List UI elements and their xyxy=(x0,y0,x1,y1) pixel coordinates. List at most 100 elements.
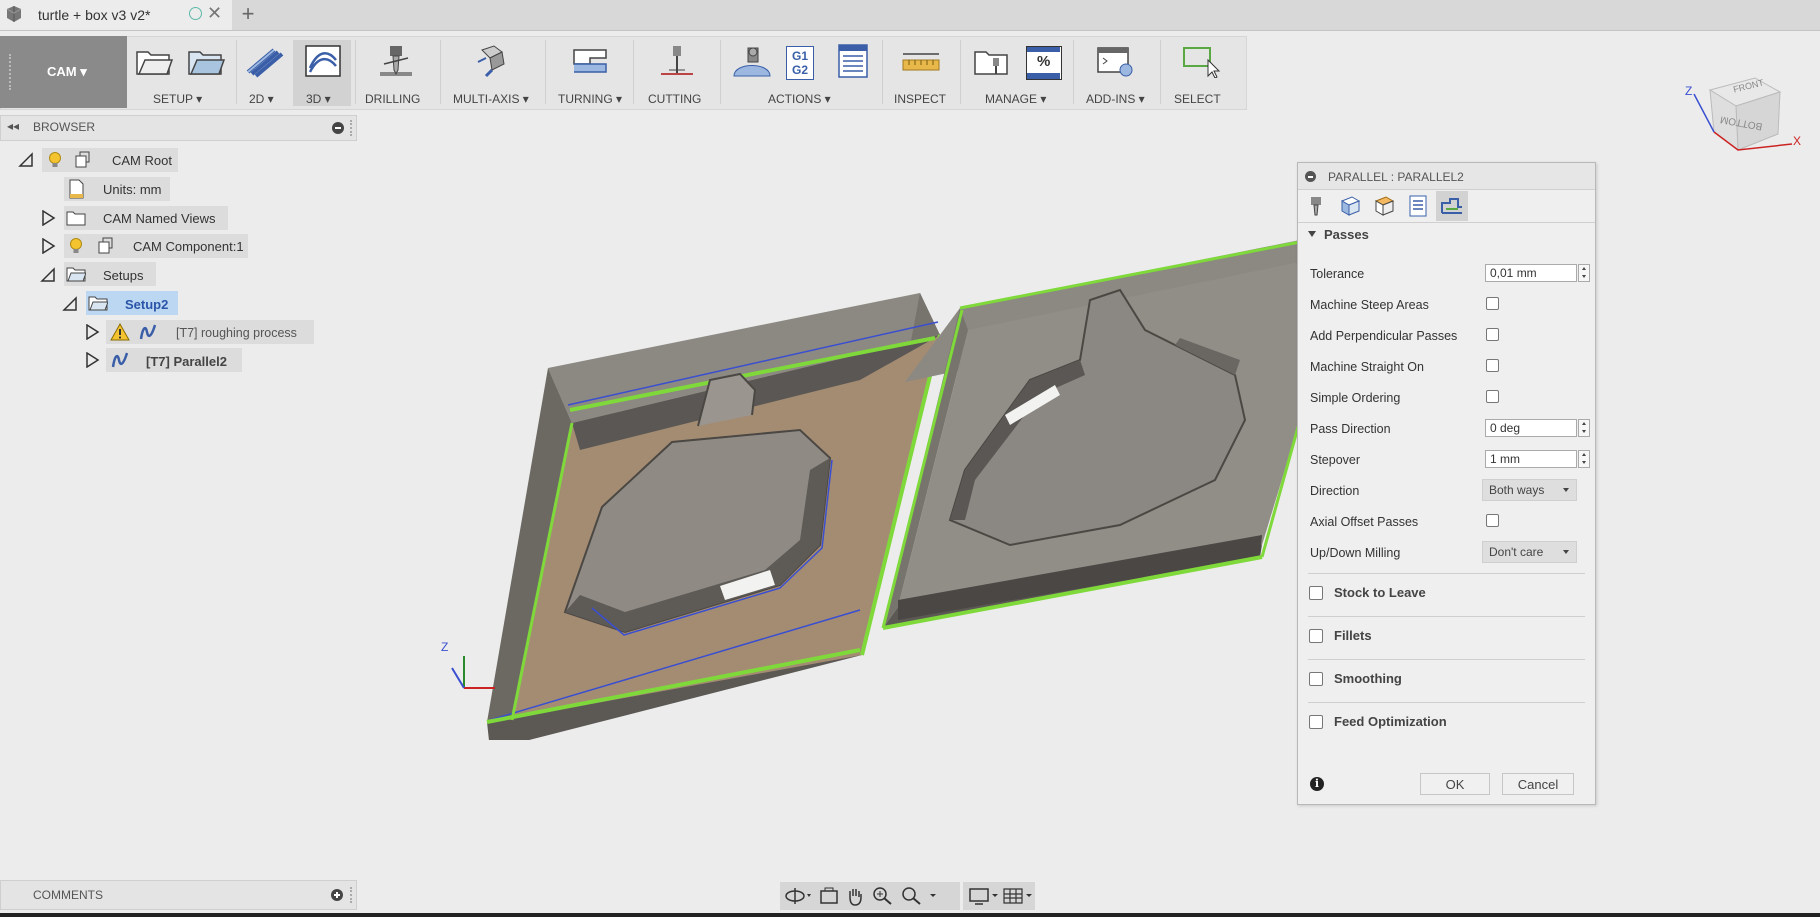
toolbar-divider xyxy=(720,40,721,104)
document-tab[interactable]: turtle + box v3 v2* ✕ xyxy=(0,0,232,30)
tree-label: CAM Root xyxy=(112,153,172,168)
section-expanded-icon xyxy=(1308,231,1316,237)
tree-label: Setups xyxy=(103,268,144,283)
viewcube-icon xyxy=(1693,77,1793,152)
dialog-tabs xyxy=(1298,190,1595,223)
tab-passes[interactable] xyxy=(1402,191,1434,221)
divider xyxy=(1308,616,1585,617)
orbit-icon[interactable] xyxy=(784,886,814,906)
toolbar-divider xyxy=(440,40,441,104)
simple-ordering-checkbox[interactable] xyxy=(1486,390,1499,403)
look-at-icon[interactable] xyxy=(818,886,840,906)
expanded-triangle-icon[interactable] xyxy=(62,296,78,312)
manage-label: MANAGE ▾ xyxy=(985,92,1047,106)
ok-button[interactable]: OK xyxy=(1420,773,1490,795)
turning-label: TURNING ▾ xyxy=(558,92,623,106)
pass-direction-spinner[interactable] xyxy=(1578,419,1590,437)
steep-areas-checkbox[interactable] xyxy=(1486,297,1499,310)
parallel-dialog: PARALLEL : PARALLEL2 Passes Tolerance Ma… xyxy=(1297,162,1596,805)
collapsed-triangle-icon[interactable] xyxy=(84,352,100,368)
toolbar-divider xyxy=(633,40,634,104)
cancel-button[interactable]: Cancel xyxy=(1502,773,1574,795)
grid-settings-icon[interactable] xyxy=(1002,886,1034,906)
geometry-icon xyxy=(1340,196,1361,216)
linking-icon xyxy=(1441,198,1462,214)
straight-on-checkbox[interactable] xyxy=(1486,359,1499,372)
close-tab-icon[interactable]: ✕ xyxy=(207,3,222,24)
viewcube[interactable]: FRONT BOTTOM Z X xyxy=(1680,62,1805,158)
browser-grip[interactable] xyxy=(350,120,355,136)
setups-folder-icon xyxy=(66,267,86,282)
browser-title: BROWSER xyxy=(33,120,96,134)
expanded-triangle-icon[interactable] xyxy=(40,267,56,283)
info-icon[interactable]: i xyxy=(1310,777,1324,791)
zoom-window-icon[interactable] xyxy=(900,886,940,906)
toolbar-divider xyxy=(236,40,237,104)
add-comment-icon[interactable] xyxy=(331,889,343,901)
toolbar-divider xyxy=(545,40,546,104)
drill-icon xyxy=(380,46,412,76)
pass-direction-input[interactable] xyxy=(1485,419,1577,437)
document-icon xyxy=(6,6,22,22)
right-box-model[interactable] xyxy=(881,240,1300,630)
passes-icon xyxy=(1409,195,1427,217)
feed-optimization-checkbox[interactable] xyxy=(1309,715,1323,729)
new-tab-button[interactable]: + xyxy=(237,1,259,27)
left-box-model[interactable] xyxy=(486,293,942,740)
2d-label: 2D ▾ xyxy=(249,92,274,106)
setup-sheet-doc-icon xyxy=(838,44,868,78)
perpendicular-passes-checkbox[interactable] xyxy=(1486,328,1499,341)
dialog-header: PARALLEL : PARALLEL2 xyxy=(1298,163,1595,190)
setup-label: SETUP ▾ xyxy=(153,92,203,106)
navigation-bar xyxy=(780,882,1035,910)
smoothing-checkbox[interactable] xyxy=(1309,672,1323,686)
2d-milling-icon xyxy=(246,48,284,78)
collapsed-triangle-icon[interactable] xyxy=(84,324,100,340)
zoom-icon[interactable] xyxy=(872,886,894,906)
tolerance-input[interactable] xyxy=(1485,264,1577,282)
stock-to-leave-checkbox[interactable] xyxy=(1309,586,1323,600)
viewcube-z-label: Z xyxy=(1685,84,1693,98)
model-viewport[interactable] xyxy=(380,200,1300,740)
tab-heights[interactable] xyxy=(1368,191,1400,221)
tab-linking[interactable] xyxy=(1436,191,1468,221)
tolerance-label: Tolerance xyxy=(1310,267,1365,281)
collapsed-triangle-icon[interactable] xyxy=(40,210,56,226)
tab-bar: turtle + box v3 v2* ✕ + xyxy=(0,0,1820,31)
lightbulb-icon[interactable] xyxy=(66,236,86,256)
heights-icon xyxy=(1374,196,1395,216)
display-settings-icon[interactable] xyxy=(968,886,1000,906)
expanded-triangle-icon[interactable] xyxy=(18,152,34,168)
tab-geometry[interactable] xyxy=(1334,191,1366,221)
stepover-spinner[interactable] xyxy=(1578,450,1590,468)
tolerance-spinner[interactable] xyxy=(1578,264,1590,282)
add-ins-label: ADD-INS ▾ xyxy=(1086,92,1145,106)
minimize-browser-icon[interactable] xyxy=(332,122,344,134)
collapsed-triangle-icon[interactable] xyxy=(40,238,56,254)
comments-grip[interactable] xyxy=(350,887,355,903)
lightbulb-icon[interactable] xyxy=(45,150,65,170)
fillets-checkbox[interactable] xyxy=(1309,629,1323,643)
collapse-browser-icon[interactable]: ◂◂ xyxy=(7,119,19,133)
axial-offset-label: Axial Offset Passes xyxy=(1310,515,1419,529)
feed-optimization-label: Feed Optimization xyxy=(1334,714,1447,729)
template-library-icon: % xyxy=(1026,46,1062,80)
turning-icon xyxy=(573,49,607,73)
actions-label: ACTIONS ▾ xyxy=(768,92,831,106)
tool-library-icon xyxy=(974,51,1008,75)
tree-label: Setup2 xyxy=(125,297,169,312)
bottom-edge xyxy=(0,913,1820,917)
stepover-input[interactable] xyxy=(1485,450,1577,468)
up-down-milling-select[interactable]: Don't care xyxy=(1482,541,1577,563)
direction-select[interactable]: Both ways xyxy=(1482,479,1577,501)
simulate-icon xyxy=(733,47,771,77)
collapse-dialog-icon[interactable] xyxy=(1305,171,1316,182)
axial-offset-checkbox[interactable] xyxy=(1486,514,1499,527)
workspace-switcher[interactable]: CAM ▾ xyxy=(0,36,127,108)
cutting-label: CUTTING xyxy=(648,92,702,106)
pan-icon[interactable] xyxy=(844,885,866,907)
direction-value: Both ways xyxy=(1489,483,1545,497)
tab-tool[interactable] xyxy=(1300,191,1332,221)
toolbar-divider xyxy=(882,40,883,104)
fillets-label: Fillets xyxy=(1334,628,1372,643)
